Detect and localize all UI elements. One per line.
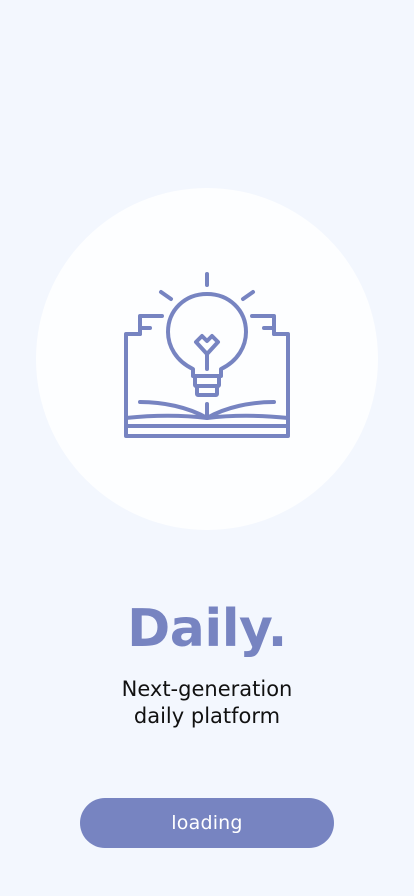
tagline-line-1: Next-generation bbox=[121, 677, 293, 701]
tagline-line-2: daily platform bbox=[133, 704, 281, 728]
brand-title: Daily. bbox=[127, 599, 287, 659]
tagline: Next-generation daily platform bbox=[0, 676, 414, 730]
open-book-lightbulb-icon bbox=[118, 268, 298, 448]
loading-button[interactable]: loading bbox=[80, 798, 334, 848]
